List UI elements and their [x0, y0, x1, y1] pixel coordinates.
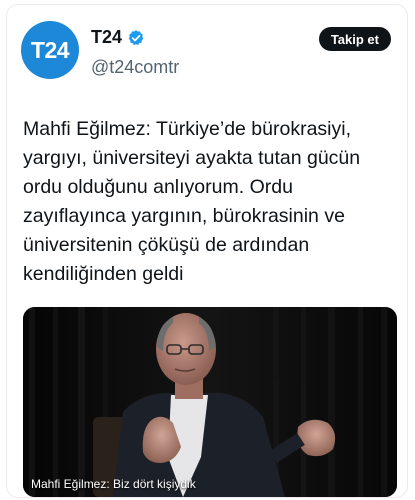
interview-photo [23, 307, 397, 497]
tweet-text: Mahfi Eğilmez: Türkiye’de bürokrasiyi, y… [23, 118, 361, 285]
name-row: T24 [91, 27, 145, 48]
verified-badge-icon [127, 29, 145, 47]
follow-button[interactable]: Takip et [318, 27, 391, 51]
display-name[interactable]: T24 [91, 27, 122, 48]
avatar[interactable]: T24 [21, 21, 79, 79]
avatar-logo-text: T24 [30, 36, 70, 63]
media-caption: Mahfi Eğilmez: Biz dört kişiydik [31, 477, 196, 491]
tweet-media-image[interactable]: Mahfi Eğilmez: Biz dört kişiydik [23, 307, 397, 497]
account-handle[interactable]: @t24comtr [91, 57, 179, 78]
tweet-card: T24 T24 @t24comtr Takip et Mahfi Eğilmez… [6, 4, 408, 498]
